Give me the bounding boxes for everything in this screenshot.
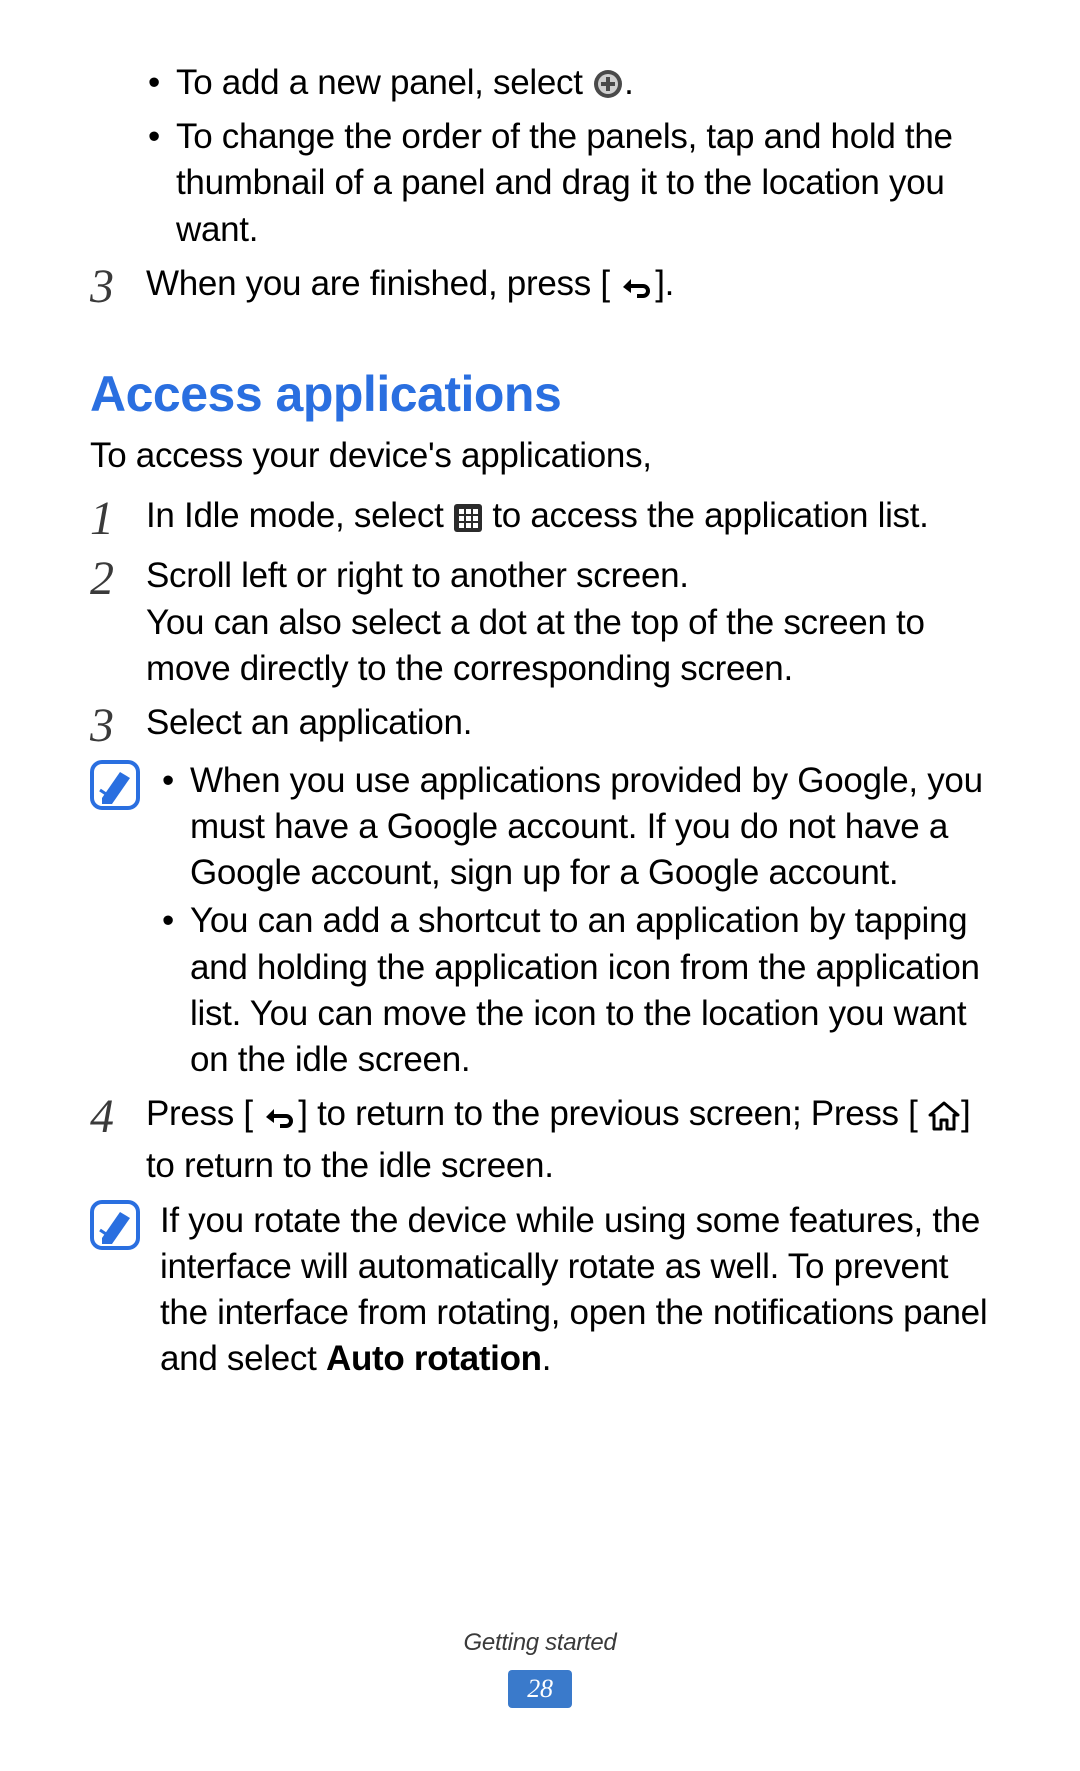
step-item: 2 Scroll left or right to another screen…: [90, 553, 990, 692]
text-fragment: .: [542, 1339, 551, 1378]
intro-text: To access your device's applications,: [90, 433, 990, 479]
bullet-glyph: •: [160, 758, 190, 804]
step-body: Select an application.: [146, 700, 990, 746]
text-fragment: When you are finished, press [: [146, 264, 610, 303]
page-number-badge: 28: [508, 1670, 572, 1708]
apps-grid-icon: [453, 499, 483, 545]
section-heading: Access applications: [90, 361, 990, 427]
list-item: • To change the order of the panels, tap…: [146, 114, 990, 253]
step-body: In Idle mode, select to access the appli…: [146, 493, 990, 545]
bullet-glyph: •: [160, 898, 190, 944]
list-item: • When you use applications provided by …: [160, 758, 990, 897]
text-fragment: Press [: [146, 1094, 253, 1133]
step-number: 2: [90, 553, 146, 603]
step-item: 1 In Idle mode, select to access the ap: [90, 493, 990, 545]
step-body: When you are finished, press [ ].: [146, 261, 990, 313]
text-fragment: ].: [655, 264, 674, 303]
step-item: 4 Press [ ] to return to the previous sc…: [90, 1091, 990, 1189]
note-icon: [90, 1200, 140, 1250]
document-page: • To add a new panel, select . • To chan…: [0, 0, 1080, 1771]
bullet-text: You can add a shortcut to an application…: [190, 898, 990, 1083]
bullet-glyph: •: [146, 114, 176, 160]
step-item: 3 Select an application.: [90, 700, 990, 750]
bullet-text: When you use applications provided by Go…: [190, 758, 990, 897]
note-body: • When you use applications provided by …: [160, 758, 990, 1085]
text-fragment: In Idle mode, select: [146, 496, 453, 535]
step-number: 3: [90, 261, 146, 311]
text-fragment: To add a new panel, select: [176, 63, 592, 102]
bullet-text: To add a new panel, select .: [176, 60, 990, 112]
note-icon-wrap: [90, 758, 160, 822]
step-line: You can also select a dot at the top of …: [146, 600, 990, 692]
add-icon: [592, 66, 624, 112]
note-icon-wrap: [90, 1198, 160, 1262]
list-item: • To add a new panel, select .: [146, 60, 990, 112]
bold-text: Auto rotation: [326, 1339, 542, 1378]
note-icon: [90, 760, 140, 810]
text-fragment: If you rotate the device while using som…: [160, 1201, 987, 1379]
text-fragment: to access the application list.: [492, 496, 928, 535]
home-icon: [927, 1097, 961, 1143]
note-block: • When you use applications provided by …: [90, 758, 990, 1085]
back-icon: [262, 1097, 298, 1143]
note-body: If you rotate the device while using som…: [160, 1198, 990, 1383]
step-line: Scroll left or right to another screen.: [146, 553, 990, 599]
step-item: 3 When you are finished, press [ ].: [90, 261, 990, 313]
list-item: • You can add a shortcut to an applicati…: [160, 898, 990, 1083]
page-footer: Getting started 28: [0, 1627, 1080, 1709]
step-body: Scroll left or right to another screen. …: [146, 553, 990, 692]
bullet-glyph: •: [146, 60, 176, 106]
note-block: If you rotate the device while using som…: [90, 1198, 990, 1383]
top-bullet-list: • To add a new panel, select . • To chan…: [146, 60, 990, 253]
step-number: 4: [90, 1091, 146, 1141]
bullet-text: To change the order of the panels, tap a…: [176, 114, 990, 253]
back-icon: [619, 267, 655, 313]
step-body: Press [ ] to return to the previous scre…: [146, 1091, 990, 1189]
footer-section-label: Getting started: [0, 1627, 1080, 1659]
text-fragment: ] to return to the previous screen; Pres…: [298, 1094, 917, 1133]
text-fragment: .: [624, 63, 633, 102]
step-number: 1: [90, 493, 146, 543]
step-number: 3: [90, 700, 146, 750]
